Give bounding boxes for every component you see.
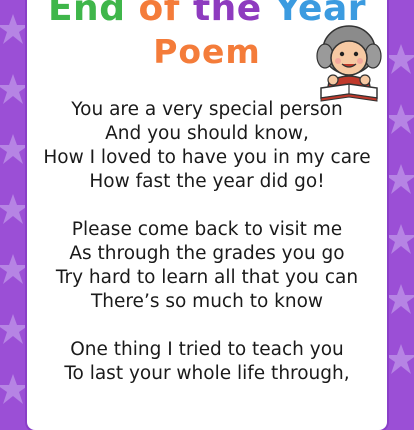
- poem-line: How I loved to have you in my care: [43, 147, 371, 168]
- reading-child-icon: [316, 25, 382, 102]
- poem-line: And you should know,: [105, 123, 309, 144]
- poem-line: To last your whole life through,: [64, 363, 350, 384]
- poem-line: You are a very special person: [71, 99, 343, 120]
- poem-line: How fast the year did go!: [89, 171, 325, 192]
- poem-stanza-1: You are a very special person And you sh…: [27, 98, 387, 194]
- poem-line: As through the grades you go: [69, 243, 345, 264]
- poem-line: There’s so much to know: [90, 291, 324, 312]
- poem-body: You are a very special person And you sh…: [27, 98, 387, 410]
- poem-stanza-3: One thing I tried to teach you To last y…: [27, 338, 387, 386]
- poem-stanza-2: Please come back to visit me As through …: [27, 218, 387, 314]
- poem-line: Try hard to learn all that you can: [55, 267, 359, 288]
- poem-card: End of the Year Poem You are a very spec…: [27, 0, 387, 430]
- title-word-the: the: [192, 0, 262, 29]
- poem-line: Please come back to visit me: [71, 219, 343, 240]
- title-word-of: of: [138, 0, 180, 29]
- title-word-end: End: [47, 0, 126, 29]
- poem-line: One thing I tried to teach you: [70, 339, 344, 360]
